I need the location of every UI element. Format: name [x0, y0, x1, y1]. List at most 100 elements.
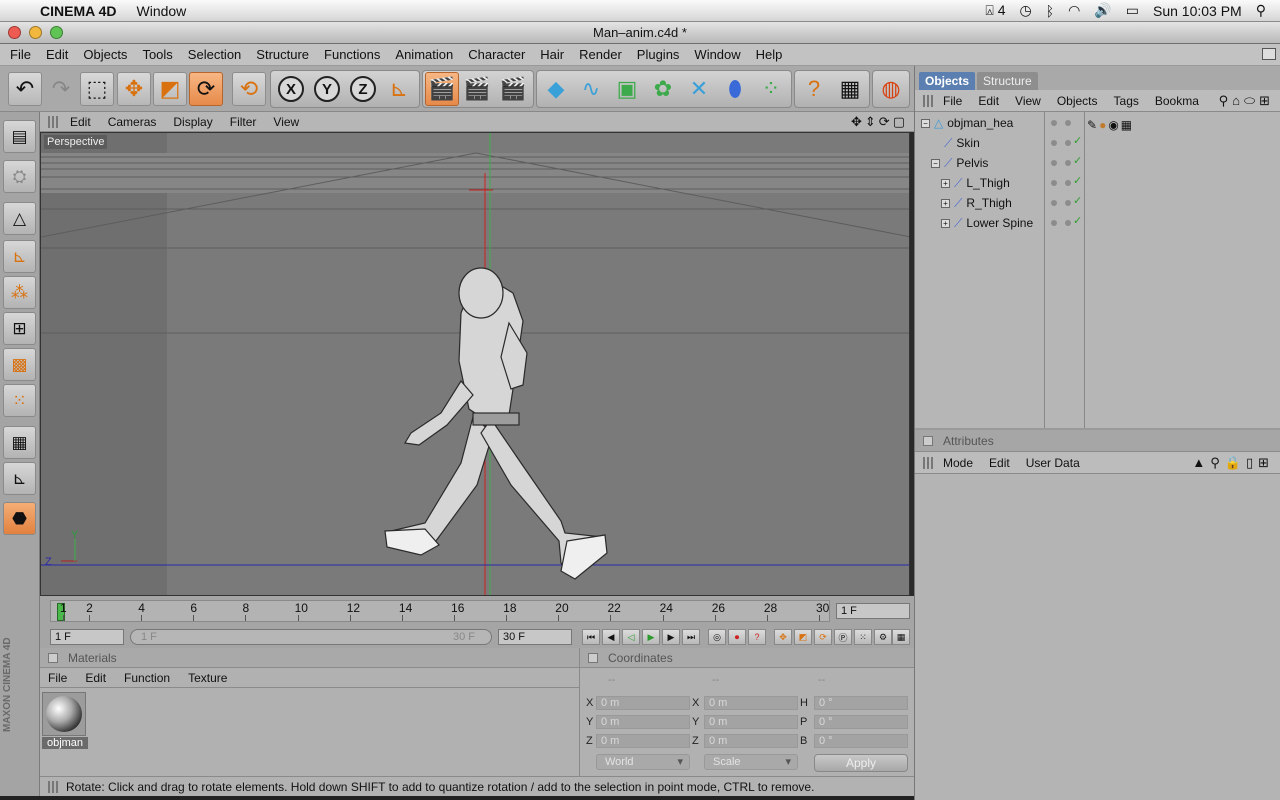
texture-mode-icon[interactable]: ▦ — [3, 426, 36, 459]
expand-toggle-icon[interactable]: − — [921, 118, 930, 128]
coordinate-value-field[interactable]: 0 m — [704, 734, 798, 748]
rectangle-select-icon[interactable]: ⬚ — [80, 72, 114, 106]
adobe-icon[interactable]: ⍓ 4 — [985, 2, 1005, 19]
object-row[interactable]: + ⟋ L_Thigh — [941, 173, 1010, 193]
materials-menu-file[interactable]: File — [48, 671, 67, 685]
object-row[interactable]: − △ objman_hea — [921, 113, 1013, 133]
tab-objects[interactable]: Objects — [919, 72, 976, 90]
volume-icon[interactable]: 🔊 — [1094, 2, 1111, 19]
render-view-icon[interactable]: 🎬 — [425, 72, 459, 106]
orbit-icon[interactable]: ⟳ — [879, 114, 893, 129]
objects-menu-tags[interactable]: Tags — [1114, 94, 1139, 108]
key-scale-icon[interactable]: ◩ — [794, 629, 812, 645]
3d-viewport[interactable]: Y Z Perspective — [40, 132, 910, 596]
deformer-icon[interactable]: ✕ — [682, 72, 716, 106]
timeline-layout-icon[interactable]: ▦ — [892, 629, 910, 645]
visibility-dot[interactable] — [1051, 200, 1057, 206]
expand-toggle-icon[interactable]: + — [941, 218, 950, 228]
expand-toggle-icon[interactable]: + — [941, 198, 950, 208]
coordinates-panel-toggle[interactable] — [588, 652, 598, 663]
goto-start-icon[interactable]: ⏮ — [582, 629, 600, 645]
coordinate-value-field[interactable]: 0 m — [704, 696, 798, 710]
menu-functions[interactable]: Functions — [324, 47, 380, 62]
render-picture-viewer-icon[interactable]: 🎬 — [460, 72, 494, 106]
visibility-dot[interactable] — [1051, 180, 1057, 186]
objects-menu-edit[interactable]: Edit — [978, 94, 999, 108]
menu-window[interactable]: Window — [694, 47, 740, 62]
visibility-dot[interactable] — [1051, 140, 1057, 146]
battery-icon[interactable]: ▭ — [1126, 2, 1139, 19]
coordinate-value-field[interactable]: 0 m — [704, 715, 798, 729]
objects-menu-view[interactable]: View — [1015, 94, 1041, 108]
home-icon[interactable]: ⌂ — [1232, 93, 1244, 108]
close-window-button[interactable] — [8, 26, 21, 39]
menu-render[interactable]: Render — [579, 47, 622, 62]
material-swatch[interactable]: objman — [42, 692, 88, 752]
attributes-menu-user-data[interactable]: User Data — [1026, 456, 1080, 470]
coordinate-space-dropdown[interactable]: World ▾ — [596, 754, 690, 770]
objects-menu-file[interactable]: File — [943, 94, 962, 108]
prev-frame-icon[interactable]: ◀ — [602, 629, 620, 645]
live-rotate-icon[interactable]: ⟲ — [232, 72, 266, 106]
timeline-ruler[interactable]: 1 2 4 6 8 10 12 14 16 18 20 22 24 26 28 30 — [50, 600, 830, 622]
menu-selection[interactable]: Selection — [188, 47, 241, 62]
bluetooth-icon[interactable]: ᛒ — [1046, 3, 1054, 19]
range-slider[interactable]: 1 F 30 F — [130, 629, 492, 645]
key-rotation-icon[interactable]: ⟳ — [814, 629, 832, 645]
menubar-clock[interactable]: Sun 10:03 PM — [1153, 3, 1242, 19]
materials-panel-toggle[interactable] — [48, 652, 58, 663]
help-pointer-icon[interactable]: ? — [797, 72, 831, 106]
x-axis-lock-button[interactable]: X — [274, 72, 308, 106]
end-frame-field[interactable]: 30 F — [498, 629, 572, 645]
attributes-menu-mode[interactable]: Mode — [943, 456, 973, 470]
zoom-window-button[interactable] — [50, 26, 63, 39]
material-tag-icon[interactable]: ● — [1099, 118, 1108, 132]
texture-tag-icon[interactable]: ▦ — [1121, 118, 1134, 132]
object-row[interactable]: + ⟋ R_Thigh — [941, 193, 1012, 213]
nurbs-icon[interactable]: ▣ — [610, 72, 644, 106]
visibility-dot[interactable] — [1051, 120, 1057, 126]
enabled-check-icon[interactable]: ✓ — [1073, 174, 1082, 187]
menu-character[interactable]: Character — [468, 47, 525, 62]
render-dot[interactable] — [1065, 200, 1071, 206]
object-row[interactable]: ⟋ Skin — [931, 133, 980, 153]
viewport-menu-filter[interactable]: Filter — [230, 115, 257, 129]
z-axis-lock-button[interactable]: Z — [346, 72, 380, 106]
menu-tools[interactable]: Tools — [142, 47, 172, 62]
render-dot[interactable] — [1065, 120, 1071, 126]
render-dot[interactable] — [1065, 160, 1071, 166]
wifi-icon[interactable]: ◠ — [1068, 2, 1080, 19]
attributes-menu-edit[interactable]: Edit — [989, 456, 1010, 470]
search-icon[interactable]: ⚲ — [1210, 455, 1225, 470]
rotate-tool-icon[interactable]: ⟳ — [189, 72, 223, 106]
pan-icon[interactable]: ✥ — [851, 114, 865, 129]
grip-handle[interactable] — [48, 115, 58, 128]
polygon-mode-icon[interactable]: ▩ — [3, 348, 36, 381]
play-backward-icon[interactable]: ◁ — [622, 629, 640, 645]
array-icon[interactable]: ✿ — [646, 72, 680, 106]
object-row[interactable]: − ⟋ Pelvis — [931, 153, 988, 173]
lock-icon[interactable]: 🔒 — [1225, 455, 1246, 470]
viewport-menu-display[interactable]: Display — [173, 115, 212, 129]
menu-help[interactable]: Help — [756, 47, 783, 62]
bookmark-icon[interactable]: ▯ — [1246, 455, 1258, 470]
coordinate-value-field[interactable]: 0 m — [596, 696, 690, 710]
grip-handle[interactable] — [923, 94, 933, 107]
edge-mode-icon[interactable]: ⊞ — [3, 312, 36, 345]
viewport-menu-view[interactable]: View — [273, 115, 299, 129]
move-tool-icon[interactable]: ✥ — [117, 72, 151, 106]
animation-mode-icon[interactable]: ⬣ — [3, 502, 36, 535]
objects-menu-objects[interactable]: Objects — [1057, 94, 1098, 108]
link-icon[interactable]: ⬭ — [1244, 93, 1259, 108]
zoom-icon[interactable]: ⇕ — [865, 114, 879, 129]
minimize-window-button[interactable] — [29, 26, 42, 39]
object-mode-icon[interactable]: △ — [3, 202, 36, 235]
record-keyframe-icon[interactable]: ⏺ — [728, 629, 746, 645]
enabled-check-icon[interactable]: ✓ — [1073, 134, 1082, 147]
autokey-icon[interactable]: ? — [748, 629, 766, 645]
visibility-dot[interactable] — [1051, 160, 1057, 166]
coordinate-system-icon[interactable]: ⊾ — [382, 72, 416, 106]
ik-tag-icon[interactable]: ✎ — [1087, 118, 1099, 132]
phong-tag-icon[interactable]: ◉ — [1108, 118, 1120, 132]
menu-hair[interactable]: Hair — [540, 47, 564, 62]
